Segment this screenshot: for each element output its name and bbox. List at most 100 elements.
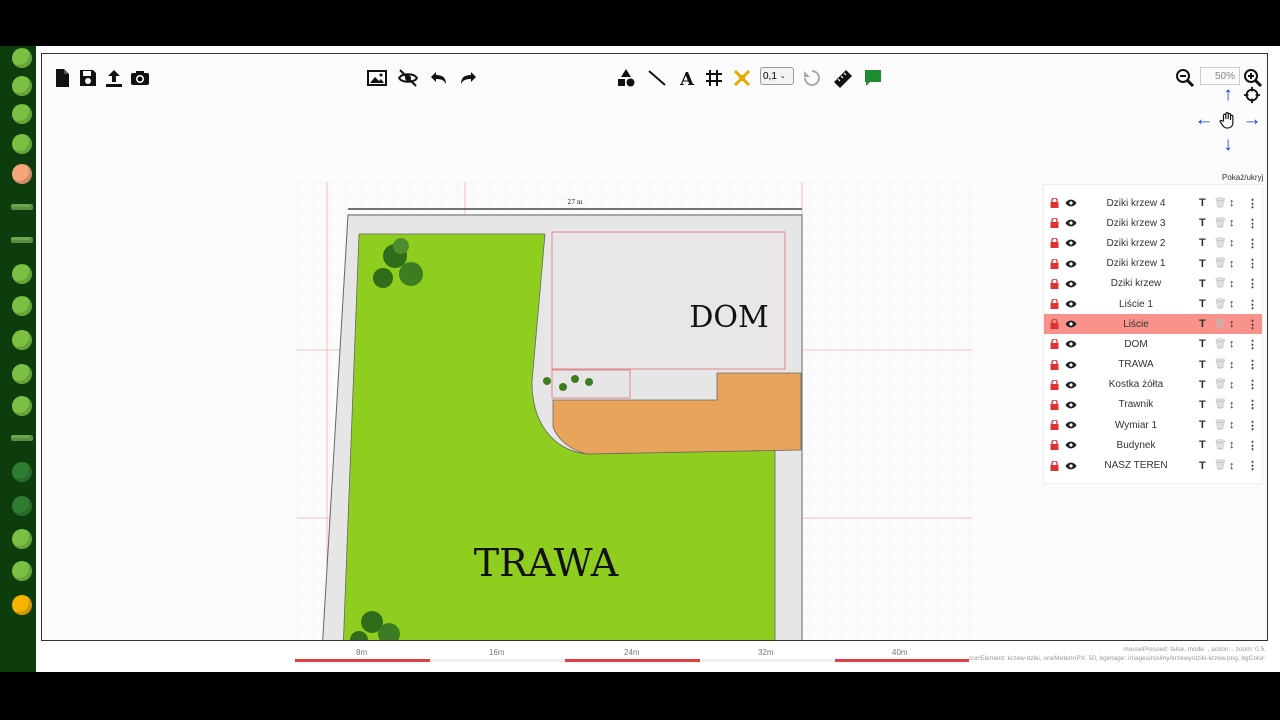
layer-row[interactable]: Dziki krzew 2 T 🗑 ↕ ⋮: [1044, 233, 1262, 253]
lock-icon[interactable]: [1050, 238, 1059, 249]
lock-icon[interactable]: [1050, 399, 1059, 410]
redo-icon[interactable]: [456, 66, 480, 90]
trash-icon[interactable]: 🗑: [1214, 238, 1227, 249]
visibility-eye-icon[interactable]: [1065, 340, 1077, 348]
garden-plan[interactable]: 27 m DOM TRAWA: [297, 182, 972, 641]
more-options-icon[interactable]: ⋮: [1247, 318, 1258, 331]
zoom-out-icon[interactable]: [1173, 66, 1197, 90]
save-icon[interactable]: [76, 66, 100, 90]
move-vertical-icon[interactable]: ↕: [1229, 399, 1235, 411]
plant-sunflower-icon[interactable]: [12, 595, 32, 615]
plant-shrub-icon[interactable]: [12, 134, 32, 154]
grid-icon[interactable]: [702, 66, 726, 90]
drawing-canvas[interactable]: A 0,1 ⌄ 50% ↑ ← → ↓ Pokaż/ukryj 27 m DOM…: [41, 53, 1268, 641]
text-icon[interactable]: T: [1199, 359, 1206, 371]
text-icon[interactable]: T: [1199, 298, 1206, 310]
more-options-icon[interactable]: ⋮: [1247, 459, 1258, 472]
trash-icon[interactable]: 🗑: [1214, 420, 1227, 431]
text-icon[interactable]: T: [1199, 258, 1206, 270]
lock-icon[interactable]: [1050, 440, 1059, 451]
more-options-icon[interactable]: ⋮: [1247, 217, 1258, 230]
trash-icon[interactable]: 🗑: [1214, 339, 1227, 350]
lock-icon[interactable]: [1050, 198, 1059, 209]
more-options-icon[interactable]: ⋮: [1247, 419, 1258, 432]
visibility-eye-icon[interactable]: [1065, 361, 1077, 369]
plant-palm-icon[interactable]: [12, 462, 32, 482]
text-tool-icon[interactable]: A: [675, 66, 699, 90]
move-vertical-icon[interactable]: ↕: [1229, 460, 1235, 472]
lock-icon[interactable]: [1050, 278, 1059, 289]
lock-icon[interactable]: [1050, 379, 1059, 390]
plant-hedge-icon[interactable]: [11, 204, 33, 210]
move-vertical-icon[interactable]: ↕: [1229, 359, 1235, 371]
layer-row[interactable]: Liście T 🗑 ↕ ⋮: [1044, 314, 1262, 335]
visibility-eye-icon[interactable]: [1065, 421, 1077, 429]
layer-row[interactable]: Kostka żółta T 🗑 ↕ ⋮: [1044, 375, 1262, 395]
trash-icon[interactable]: 🗑: [1214, 258, 1227, 269]
more-options-icon[interactable]: ⋮: [1247, 257, 1258, 270]
layer-row[interactable]: Wymiar 1 T 🗑 ↕ ⋮: [1044, 415, 1262, 435]
plant-shrub-icon[interactable]: [12, 396, 32, 416]
layer-row[interactable]: Trawnik T 🗑 ↕ ⋮: [1044, 395, 1262, 415]
trash-icon[interactable]: 🗑: [1214, 440, 1227, 451]
layer-row[interactable]: Liście 1 T 🗑 ↕ ⋮: [1044, 294, 1262, 314]
visibility-eye-icon[interactable]: [1065, 199, 1077, 207]
more-options-icon[interactable]: ⋮: [1247, 439, 1258, 452]
text-icon[interactable]: T: [1199, 278, 1206, 290]
visibility-eye-icon[interactable]: [1065, 441, 1077, 449]
pan-right-icon[interactable]: →: [1241, 109, 1263, 131]
plant-shrub-icon[interactable]: [12, 364, 32, 384]
visibility-eye-icon[interactable]: [1065, 239, 1077, 247]
text-icon[interactable]: T: [1199, 379, 1206, 391]
camera-icon[interactable]: [128, 66, 152, 90]
trash-icon[interactable]: 🗑: [1214, 319, 1227, 330]
hand-icon[interactable]: [1217, 109, 1239, 131]
plant-shrub-icon[interactable]: [12, 104, 32, 124]
center-crosshair-icon[interactable]: [1241, 84, 1263, 106]
lock-icon[interactable]: [1050, 460, 1059, 471]
comment-icon[interactable]: [861, 66, 885, 90]
layer-row[interactable]: Dziki krzew 4 T 🗑 ↕ ⋮: [1044, 193, 1262, 213]
layer-row[interactable]: Budynek T 🗑 ↕ ⋮: [1044, 435, 1262, 455]
trash-icon[interactable]: 🗑: [1214, 218, 1227, 229]
trash-icon[interactable]: 🗑: [1214, 299, 1227, 310]
lock-icon[interactable]: [1050, 319, 1059, 330]
shapes-icon[interactable]: [614, 66, 638, 90]
line-icon[interactable]: [645, 66, 669, 90]
more-options-icon[interactable]: ⋮: [1247, 197, 1258, 210]
zoom-input[interactable]: 50%: [1200, 67, 1240, 85]
text-icon[interactable]: T: [1199, 237, 1206, 249]
plant-flower-icon[interactable]: [12, 164, 32, 184]
pan-left-icon[interactable]: ←: [1193, 109, 1215, 131]
move-vertical-icon[interactable]: ↕: [1229, 258, 1235, 270]
visibility-eye-icon[interactable]: [1065, 320, 1077, 328]
layer-row[interactable]: Dziki krzew T 🗑 ↕ ⋮: [1044, 274, 1262, 294]
plant-shrub-icon[interactable]: [12, 48, 32, 68]
trash-icon[interactable]: 🗑: [1214, 278, 1227, 289]
lock-icon[interactable]: [1050, 420, 1059, 431]
plant-shrub-icon[interactable]: [12, 76, 32, 96]
more-options-icon[interactable]: ⋮: [1247, 338, 1258, 351]
text-icon[interactable]: T: [1199, 318, 1206, 330]
plant-fern-icon[interactable]: [12, 496, 32, 516]
lock-icon[interactable]: [1050, 299, 1059, 310]
layer-row[interactable]: TRAWA T 🗑 ↕ ⋮: [1044, 355, 1262, 375]
visibility-eye-icon[interactable]: [1065, 462, 1077, 470]
plant-pond-icon[interactable]: [12, 561, 32, 581]
more-options-icon[interactable]: ⋮: [1247, 378, 1258, 391]
more-options-icon[interactable]: ⋮: [1247, 398, 1258, 411]
text-icon[interactable]: T: [1199, 399, 1206, 411]
visibility-eye-icon[interactable]: [1065, 260, 1077, 268]
ruler-icon[interactable]: [831, 66, 855, 90]
visibility-eye-icon[interactable]: [1065, 300, 1077, 308]
plant-hedge-icon[interactable]: [11, 435, 33, 441]
undo-icon[interactable]: [427, 66, 451, 90]
lock-icon[interactable]: [1050, 359, 1059, 370]
text-icon[interactable]: T: [1199, 338, 1206, 350]
move-vertical-icon[interactable]: ↕: [1229, 298, 1235, 310]
layer-row[interactable]: NASZ TEREN T 🗑 ↕ ⋮: [1044, 455, 1262, 475]
plant-cactus-icon[interactable]: [12, 529, 32, 549]
move-vertical-icon[interactable]: ↕: [1229, 318, 1235, 330]
move-vertical-icon[interactable]: ↕: [1229, 278, 1235, 290]
plant-shrub-icon[interactable]: [12, 296, 32, 316]
